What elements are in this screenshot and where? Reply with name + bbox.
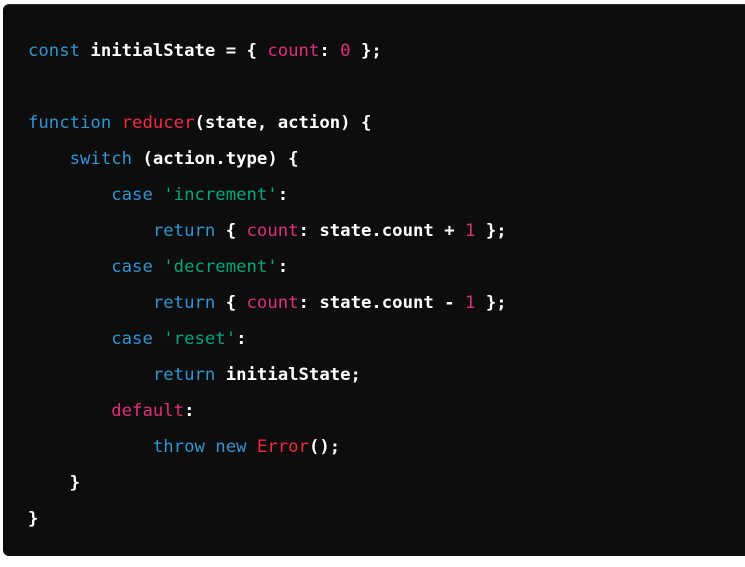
- code-token-num: 1: [465, 293, 476, 313]
- code-token-num: 0: [340, 41, 351, 61]
- code-token-pl: :: [319, 41, 341, 61]
- code-line: return initialState;: [28, 357, 507, 393]
- code-token-kw: new: [215, 437, 247, 457]
- code-token-pl: initialState = {: [80, 41, 268, 61]
- code-line: const initialState = { count: 0 };: [28, 33, 507, 69]
- code-token-kw: const: [28, 41, 81, 61]
- code-line: case 'decrement':: [28, 249, 507, 285]
- code-block: const initialState = { count: 0 }; funct…: [3, 4, 745, 556]
- code-token-num: 1: [465, 221, 476, 241]
- code-line: case 'reset':: [28, 321, 507, 357]
- code-content[interactable]: const initialState = { count: 0 }; funct…: [28, 33, 507, 537]
- code-token-prop: count: [267, 41, 320, 61]
- code-token-pl: (state, action) {: [194, 113, 372, 133]
- code-line: switch (action.type) {: [28, 141, 507, 177]
- code-token-pl: }: [28, 509, 39, 529]
- code-line: throw new Error();: [28, 429, 507, 465]
- code-token-pl: (action.type) {: [132, 149, 299, 169]
- code-token-kw: case: [111, 329, 153, 349]
- code-token-kw: case: [111, 185, 153, 205]
- code-token-kw: return: [152, 293, 216, 313]
- code-token-kw: return: [152, 365, 216, 385]
- code-token-str: 'increment': [163, 185, 278, 205]
- code-line: }: [28, 465, 507, 501]
- code-token-pl: :: [277, 257, 289, 277]
- code-token-pl: };: [475, 293, 507, 313]
- code-line: default:: [28, 393, 507, 429]
- code-token-pl: ();: [308, 437, 341, 457]
- code-token-pl: : state.count -: [298, 293, 466, 313]
- code-token-pl: {: [215, 221, 247, 241]
- code-line: }: [28, 501, 507, 537]
- code-token-str: 'reset': [163, 329, 237, 349]
- code-token-pl: :: [184, 401, 195, 421]
- code-token-kw: function: [28, 113, 112, 133]
- code-line: case 'increment':: [28, 177, 507, 213]
- code-token-pl: }: [28, 473, 81, 493]
- code-token-fn: Error: [256, 437, 309, 457]
- code-token-kw: throw: [152, 437, 205, 457]
- code-token-def: default: [111, 401, 185, 421]
- code-token-kw: return: [152, 221, 216, 241]
- code-token-pl: :: [236, 329, 247, 349]
- code-token-prop: count: [246, 293, 299, 313]
- code-token-pl: {: [215, 293, 247, 313]
- code-token-pl: initialState;: [215, 365, 361, 385]
- code-line: return { count: state.count + 1 };: [28, 213, 507, 249]
- code-token-pl: };: [350, 41, 382, 61]
- code-token-fn: reducer: [121, 113, 195, 133]
- code-line: return { count: state.count - 1 };: [28, 285, 507, 321]
- code-token-prop: count: [246, 221, 299, 241]
- code-token-pl: :: [277, 185, 289, 205]
- code-token-pl: : state.count +: [298, 221, 466, 241]
- code-token-kw: switch: [69, 149, 133, 169]
- code-token-str: 'decrement': [163, 257, 278, 277]
- code-line: function reducer(state, action) {: [28, 105, 507, 141]
- code-token-kw: case: [111, 257, 153, 277]
- code-token-pl: };: [475, 221, 507, 241]
